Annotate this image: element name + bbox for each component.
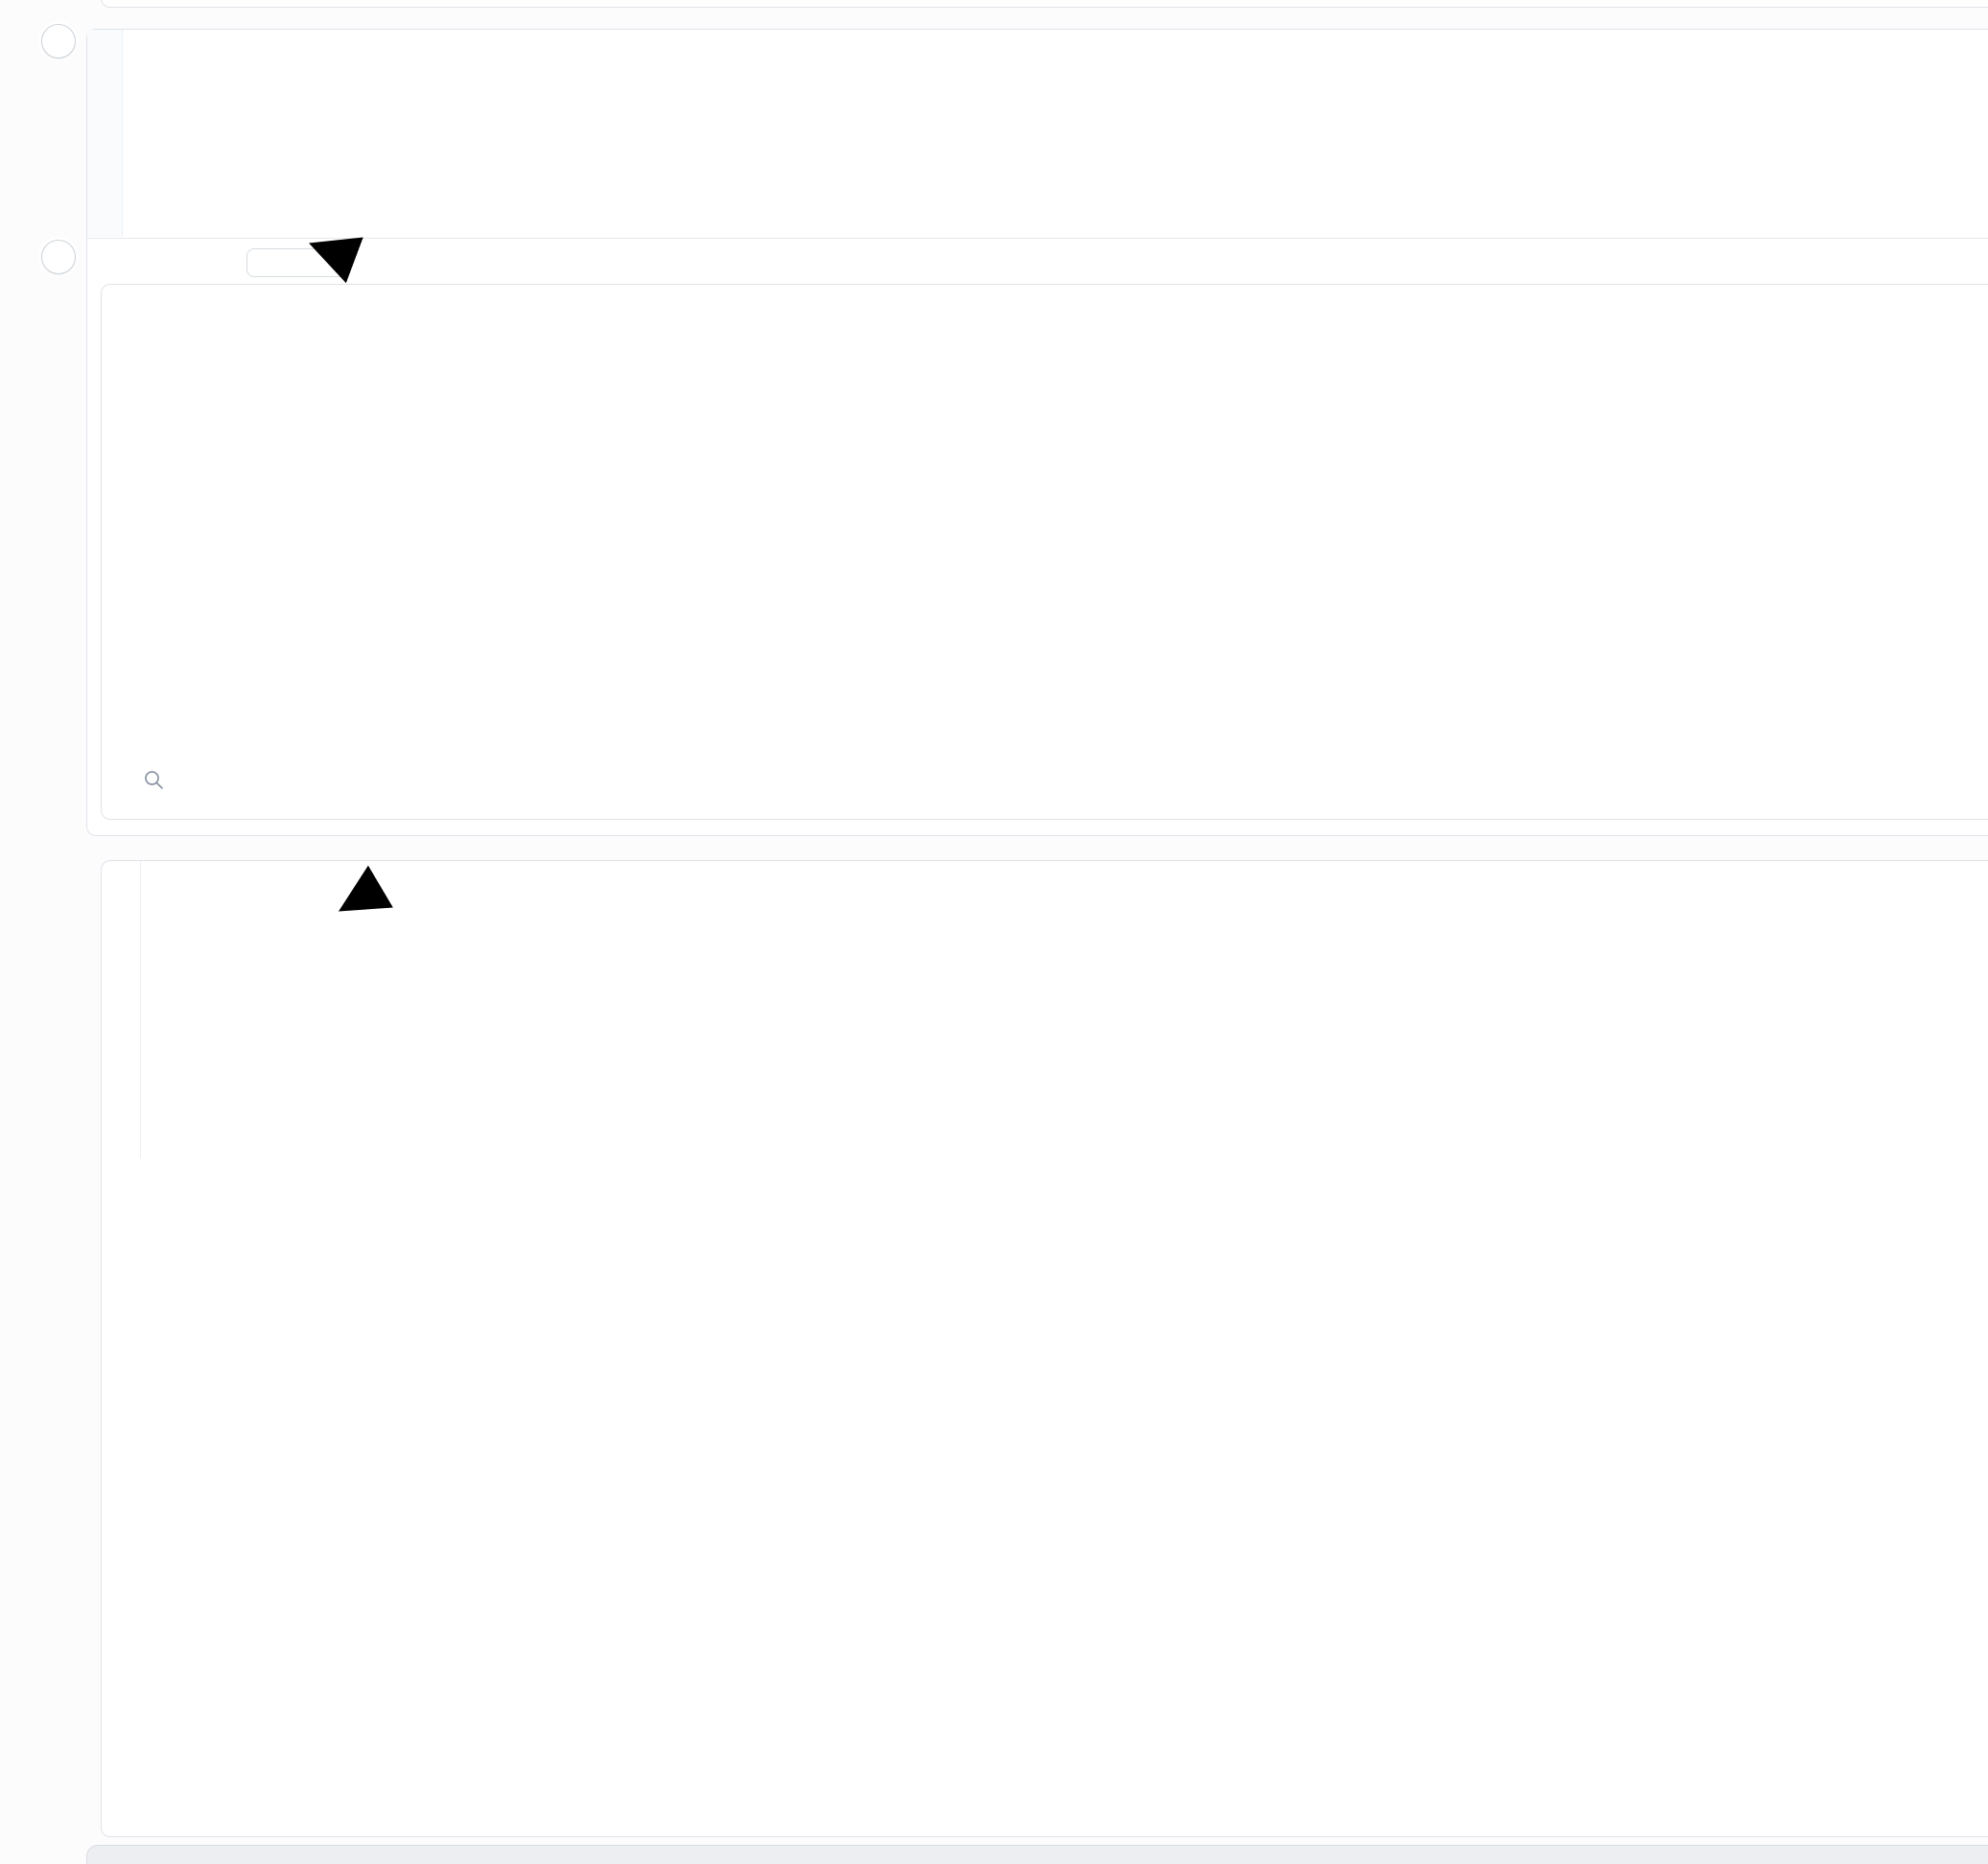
next-cell-edge — [86, 1845, 1988, 1864]
result-table-card — [101, 284, 1988, 820]
sql-gutter-divider — [122, 30, 123, 237]
active-line-highlight — [87, 35, 1988, 57]
sql-gutter — [87, 30, 122, 237]
python-gutter-divider — [140, 861, 141, 1158]
add-cell-button-output[interactable] — [41, 240, 76, 274]
notebook-canvas — [0, 0, 1988, 1864]
search-icon[interactable] — [144, 770, 165, 791]
previous-cell-edge — [101, 0, 1988, 8]
output-variable-pill[interactable] — [246, 248, 350, 277]
python-cell-panel — [101, 860, 1988, 1837]
add-cell-button-top[interactable] — [41, 24, 76, 58]
cell-output-divider — [87, 238, 1988, 239]
